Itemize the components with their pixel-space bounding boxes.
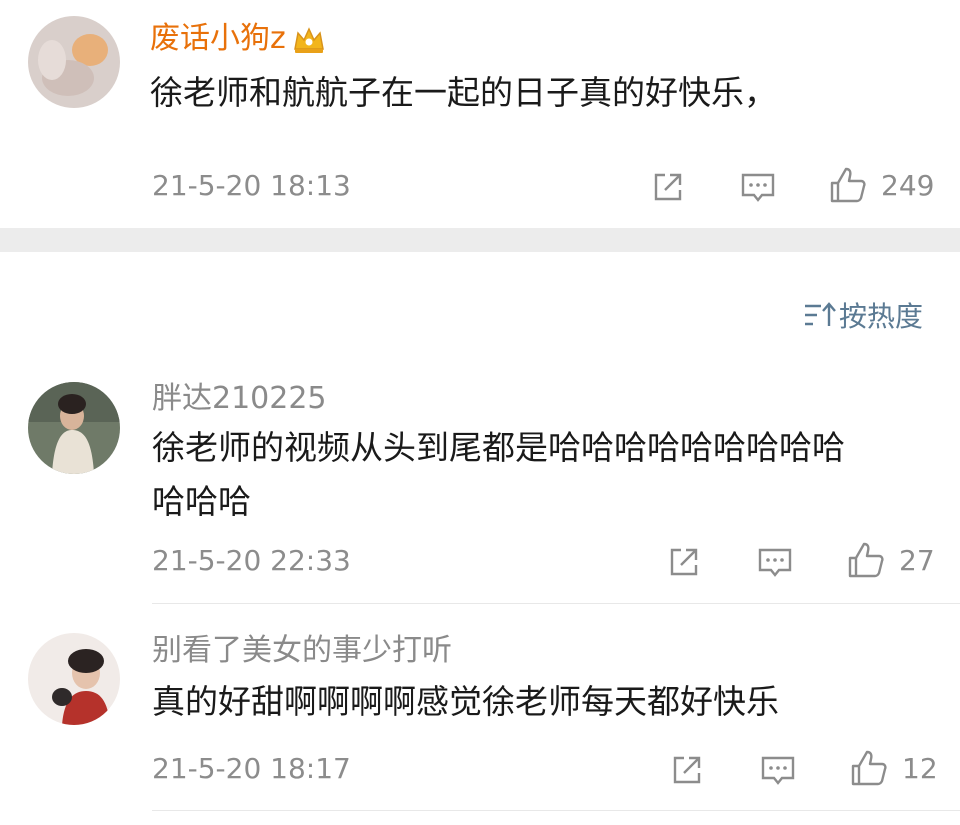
comment-divider (152, 603, 960, 604)
username[interactable]: 胖达210225 (152, 380, 327, 418)
share-icon[interactable] (667, 750, 707, 790)
share-icon[interactable] (648, 167, 688, 207)
comment-icon[interactable] (738, 167, 778, 207)
vip-crown-icon (292, 25, 326, 55)
like-icon[interactable] (846, 540, 886, 580)
comment-text-line: 徐老师的视频从头到尾都是哈哈哈哈哈哈哈哈哈 (152, 428, 845, 467)
share-icon[interactable] (664, 542, 704, 582)
sort-label[interactable]: 按热度 (839, 295, 923, 335)
avatar[interactable] (28, 382, 120, 474)
username-text[interactable]: 废话小狗z (150, 21, 286, 56)
avatar[interactable] (28, 633, 120, 725)
comment-time: 21-5-20 22:33 (152, 544, 351, 577)
section-gap (0, 228, 960, 252)
like-icon[interactable] (849, 748, 889, 788)
username[interactable]: 废话小狗z (150, 20, 326, 58)
comment-icon[interactable] (758, 750, 798, 790)
avatar[interactable] (28, 16, 120, 108)
comment-time: 21-5-20 18:13 (152, 169, 351, 202)
sort-toggle[interactable]: 按热度 (803, 295, 923, 335)
like-count: 249 (881, 169, 935, 202)
username[interactable]: 别看了美女的事少打听 (152, 632, 452, 670)
like-icon[interactable] (828, 165, 868, 205)
comment-divider (152, 810, 960, 811)
like-count: 27 (899, 544, 935, 577)
sort-icon (805, 302, 836, 326)
comment-text-line: 哈哈哈 (152, 482, 251, 521)
like-count: 12 (902, 752, 938, 785)
comment-time: 21-5-20 18:17 (152, 752, 351, 785)
comment-icon[interactable] (755, 542, 795, 582)
comment-text: 真的好甜啊啊啊啊感觉徐老师每天都好快乐 (152, 682, 779, 721)
comment-text: 徐老师和航航子在一起的日子真的好快乐， (150, 73, 777, 112)
